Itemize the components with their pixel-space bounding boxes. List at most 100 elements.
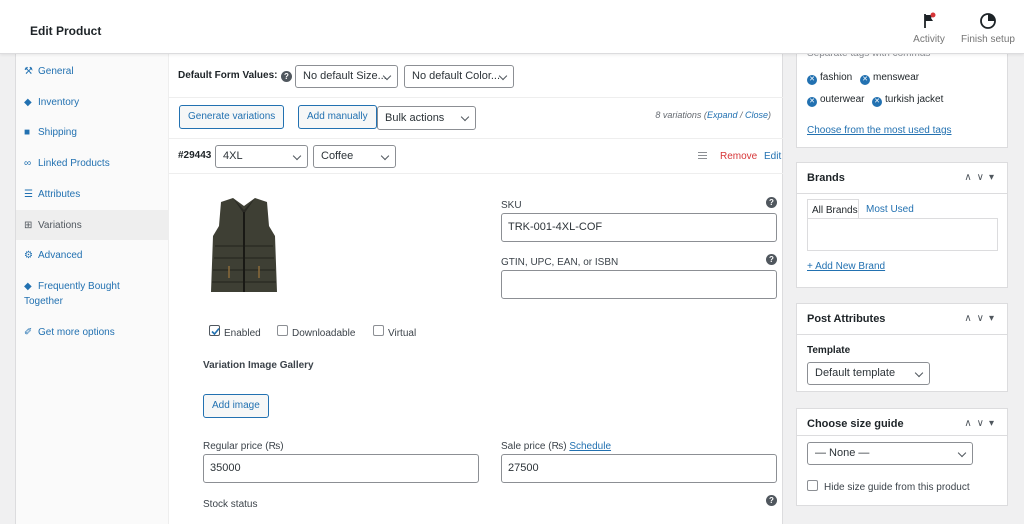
tab-variations[interactable]: ⊞ Variations xyxy=(16,210,169,240)
separator: / xyxy=(737,110,745,120)
finish-setup-label: Finish setup xyxy=(961,34,1015,45)
remove-link[interactable]: Remove xyxy=(720,151,757,162)
tag-item: ✕ outerwear xyxy=(807,94,864,107)
add-new-brand-link[interactable]: + Add New Brand xyxy=(807,261,885,272)
tag-label: turkish jacket xyxy=(885,94,944,105)
tab-most-used[interactable]: Most Used xyxy=(866,204,914,215)
box-controls[interactable]: ∧∨▾ xyxy=(964,313,999,324)
sale-price-input[interactable]: 27500 xyxy=(501,454,777,483)
tab-frequently-bought-together[interactable]: ◆ Frequently Bought Together xyxy=(16,279,136,309)
variation-color-select[interactable]: Coffee xyxy=(313,145,396,168)
regular-price-label: Regular price (₨) xyxy=(203,441,284,452)
tag-icon: ◆ xyxy=(24,97,32,108)
default-form-values-label: Default Form Values: xyxy=(178,70,278,81)
tab-shipping[interactable]: ■ Shipping xyxy=(16,125,169,140)
bulk-actions-select[interactable]: Bulk actions xyxy=(377,106,476,130)
truck-icon: ■ xyxy=(24,127,31,138)
divider xyxy=(169,173,783,174)
enabled-checkbox[interactable] xyxy=(209,325,220,336)
divider xyxy=(797,193,1007,194)
remove-tag-icon[interactable]: ✕ xyxy=(807,75,817,85)
tab-label: Shipping xyxy=(38,127,77,138)
drag-handle-icon[interactable] xyxy=(698,152,707,159)
virtual-checkbox[interactable] xyxy=(373,325,384,336)
divider xyxy=(169,138,783,139)
box-controls[interactable]: ∧∨▾ xyxy=(964,172,999,183)
post-attributes-title: Post Attributes xyxy=(807,313,886,325)
help-icon: ? xyxy=(766,254,777,265)
generate-variations-button[interactable]: Generate variations xyxy=(179,105,285,129)
tab-label: Variations xyxy=(38,220,82,231)
gtin-label: GTIN, UPC, EAN, or ISBN xyxy=(501,257,619,268)
hide-size-guide-label: Hide size guide from this product xyxy=(824,482,970,493)
hide-size-guide-checkbox[interactable] xyxy=(807,480,818,491)
brands-list[interactable] xyxy=(807,218,998,251)
variations-panel: Default Form Values: ? No default Size..… xyxy=(169,54,783,524)
virtual-label: Virtual xyxy=(388,328,417,339)
finish-setup-button[interactable]: Finish setup xyxy=(959,12,1017,45)
variation-size-select[interactable]: 4XL xyxy=(215,145,308,168)
product-data-panel: ⚒ General ◆ Inventory ■ Shipping ∞ Linked Pr… xyxy=(15,54,783,524)
tab-label: Advanced xyxy=(38,250,83,261)
handle-line xyxy=(698,154,707,156)
gtin-input[interactable] xyxy=(501,270,777,299)
size-guide-select[interactable]: — None — xyxy=(807,442,973,465)
remove-tag-icon[interactable]: ✕ xyxy=(807,97,817,107)
downloadable-label: Downloadable xyxy=(292,328,356,339)
tab-label: Inventory xyxy=(38,97,80,108)
top-bar: Edit Product Activity Finish setup xyxy=(0,0,1024,54)
tag-item: ✕ fashion xyxy=(807,72,852,85)
default-color-select[interactable]: No default Color... xyxy=(404,65,514,88)
template-select[interactable]: Default template xyxy=(807,362,930,385)
remove-tag-icon[interactable]: ✕ xyxy=(860,75,870,85)
add-image-button[interactable]: Add image xyxy=(203,394,269,418)
size-guide-box: Choose size guide ∧∨▾ — None — Hide size… xyxy=(796,408,1008,506)
product-data-tabs: ⚒ General ◆ Inventory ■ Shipping ∞ Linked Pr… xyxy=(16,54,169,524)
list-icon: ☰ xyxy=(24,189,33,200)
sale-price-label: Sale price (₨) Schedule xyxy=(501,441,611,452)
sale-price-text: Sale price (₨) xyxy=(501,441,570,452)
schedule-link[interactable]: Schedule xyxy=(569,441,611,452)
remove-tag-icon[interactable]: ✕ xyxy=(872,97,882,107)
expand-link[interactable]: Expand xyxy=(707,110,738,120)
tag-icon: ◆ xyxy=(24,281,32,292)
variations-count-text: 8 variations ( xyxy=(655,110,707,120)
tab-inventory[interactable]: ◆ Inventory xyxy=(16,95,169,110)
tab-label: General xyxy=(38,66,74,77)
tag-item: ✕ turkish jacket xyxy=(872,94,943,107)
variations-count: 8 variations (Expand / Close) xyxy=(655,110,771,120)
sku-label: SKU xyxy=(501,200,522,211)
plugin-icon: ✐ xyxy=(24,327,33,338)
choose-tags-link[interactable]: Choose from the most used tags xyxy=(807,125,952,136)
help-icon: ? xyxy=(766,197,777,208)
check-icon xyxy=(211,327,220,336)
add-manually-button[interactable]: Add manually xyxy=(298,105,377,129)
tag-label: outerwear xyxy=(820,94,865,105)
tab-linked-products[interactable]: ∞ Linked Products xyxy=(16,156,169,171)
tab-attributes[interactable]: ☰ Attributes xyxy=(16,187,169,202)
variation-image[interactable] xyxy=(199,196,289,298)
help-icon: ? xyxy=(766,495,777,506)
enabled-label: Enabled xyxy=(224,328,261,339)
tab-all-brands[interactable]: All Brands xyxy=(807,199,859,219)
tab-advanced[interactable]: ⚙ Advanced xyxy=(16,248,169,263)
downloadable-checkbox[interactable] xyxy=(277,325,288,336)
edit-link[interactable]: Edit xyxy=(764,151,781,162)
activity-button[interactable]: Activity xyxy=(909,12,949,45)
tab-label: Frequently Bought Together xyxy=(24,281,120,307)
tags-box: Separate tags with commas ✕fashion ✕mens… xyxy=(796,48,1008,148)
brands-title: Brands xyxy=(807,172,845,184)
close-link[interactable]: Close xyxy=(745,110,768,120)
activity-label: Activity xyxy=(913,34,945,45)
sku-input[interactable]: TRK-001-4XL-COF xyxy=(501,213,777,242)
default-size-select[interactable]: No default Size... xyxy=(295,65,398,88)
variation-id: #29443 xyxy=(178,150,212,161)
tab-general[interactable]: ⚒ General xyxy=(16,64,169,79)
size-guide-title: Choose size guide xyxy=(807,418,904,430)
regular-price-input[interactable]: 35000 xyxy=(203,454,479,483)
tab-get-more-options[interactable]: ✐ Get more options xyxy=(16,325,169,340)
tag-label: menswear xyxy=(873,72,920,83)
box-controls[interactable]: ∧∨▾ xyxy=(964,418,999,429)
tab-label: Linked Products xyxy=(38,158,110,169)
gallery-label: Variation Image Gallery xyxy=(203,360,314,371)
